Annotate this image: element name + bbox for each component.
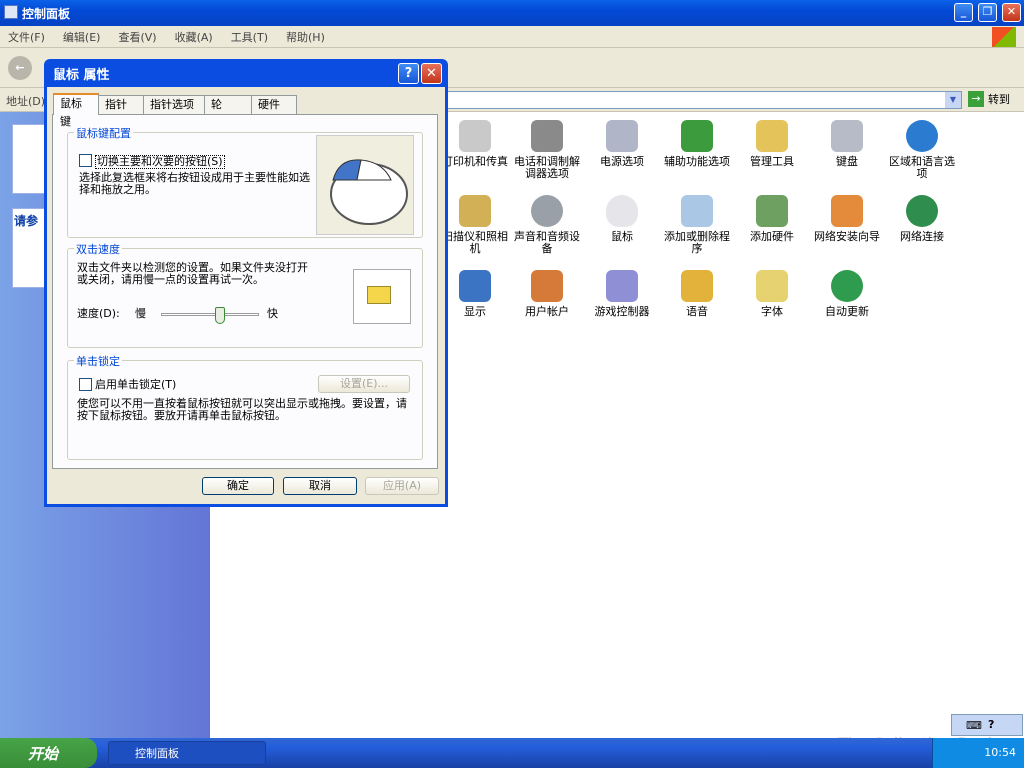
back-button[interactable]: ←: [8, 56, 32, 80]
go-arrow-icon: →: [968, 91, 984, 107]
clock[interactable]: 10:54: [984, 746, 1016, 759]
click-lock-description: 使您可以不用一直按着鼠标按钮就可以突出显示或拖拽。要设置，请按下鼠标按钮。要放开…: [77, 397, 407, 422]
item-sound[interactable]: 声音和音频设备: [512, 191, 582, 255]
close-button[interactable]: ✕: [1002, 3, 1021, 22]
windows-logo-icon: [992, 27, 1016, 47]
address-input[interactable]: ▼: [446, 91, 962, 109]
click-lock-settings-button[interactable]: 设置(E)...: [318, 375, 410, 393]
dialog-title: 鼠标 属性: [53, 67, 110, 83]
test-folder-box[interactable]: [353, 269, 411, 324]
window-title: 控制面板: [22, 6, 71, 21]
menu-edit[interactable]: 编辑(E): [63, 29, 101, 45]
item-scanners[interactable]: 扫描仪和照相机: [440, 191, 510, 255]
task-pane-panel: [12, 124, 46, 194]
switch-buttons-checkbox[interactable]: [79, 154, 92, 167]
restore-button[interactable]: ❐: [978, 3, 997, 22]
speed-slider-track[interactable]: [161, 313, 259, 316]
menu-tools[interactable]: 工具(T): [231, 29, 268, 45]
item-keyboard[interactable]: 键盘: [812, 116, 882, 168]
dialog-body: 鼠标键 指针 指针选项 轮 硬件 鼠标键配置 切换主要和次要的按钮(S) 选择此…: [47, 87, 445, 504]
group-label: 鼠标键配置: [74, 125, 133, 141]
double-click-description: 双击文件夹以检测您的设置。如果文件夹没打开或关闭，请用慢一点的设置再试一次。: [77, 261, 308, 286]
cancel-button[interactable]: 取消: [283, 477, 357, 495]
item-admin-tools[interactable]: 管理工具: [737, 116, 807, 168]
speed-label: 速度(D):: [77, 307, 120, 320]
group-label: 双击速度: [74, 241, 122, 257]
click-lock-checkbox[interactable]: [79, 378, 92, 391]
menu-file[interactable]: 文件(F): [8, 29, 45, 45]
taskbar-item-control-panel[interactable]: 控制面板: [108, 741, 266, 765]
system-tray: 10:54: [932, 738, 1024, 768]
mouse-properties-dialog: 鼠标 属性 ? ✕ 鼠标键 指针 指针选项 轮 硬件 鼠标键配置 切换主要和次要…: [44, 59, 448, 507]
go-button[interactable]: → 转到: [968, 91, 1010, 107]
button-config-description: 选择此复选框来将右按钮设成用于主要性能如选择和拖放之用。: [79, 171, 310, 196]
apply-button[interactable]: 应用(A): [365, 477, 439, 495]
taskbar: 开始 控制面板 10:54: [0, 738, 1024, 768]
chevron-down-icon[interactable]: ▼: [945, 92, 961, 108]
speed-fast-label: 快: [267, 307, 278, 320]
start-button[interactable]: 开始: [0, 738, 97, 768]
tab-wheel[interactable]: 轮: [204, 95, 252, 115]
window-title-bar: 控制面板: [0, 0, 1024, 26]
tab-hardware[interactable]: 硬件: [251, 95, 297, 115]
help-icon[interactable]: ?: [988, 718, 994, 731]
tab-panel: 鼠标键配置 切换主要和次要的按钮(S) 选择此复选框来将右按钮设成用于主要性能如…: [52, 114, 438, 469]
keyboard-icon[interactable]: ⌨: [966, 719, 982, 732]
item-add-remove[interactable]: 添加或删除程序: [662, 191, 732, 255]
item-fonts[interactable]: 字体: [737, 266, 807, 318]
item-printers[interactable]: 打印机和传真: [440, 116, 510, 168]
speed-slow-label: 慢: [135, 307, 146, 320]
tab-pointer-options[interactable]: 指针选项: [143, 95, 205, 115]
item-regional[interactable]: 区域和语言选项: [887, 116, 957, 180]
click-lock-label[interactable]: 启用单击锁定(T): [95, 379, 176, 391]
tab-pointers[interactable]: 指针: [98, 95, 144, 115]
group-label: 单击锁定: [74, 353, 122, 369]
item-display[interactable]: 显示: [440, 266, 510, 318]
see-also-title: 请参: [14, 214, 39, 228]
item-automatic-updates[interactable]: 自动更新: [812, 266, 882, 318]
menu-view[interactable]: 查看(V): [118, 29, 156, 45]
menu-bar: 文件(F) 编辑(E) 查看(V) 收藏(A) 工具(T) 帮助(H): [0, 26, 1024, 48]
item-mouse[interactable]: 鼠标: [587, 191, 657, 243]
ok-button[interactable]: 确定: [202, 477, 274, 495]
item-network-connections[interactable]: 网络连接: [887, 191, 957, 243]
mouse-illustration: [316, 135, 414, 235]
tab-strip: 鼠标键 指针 指针选项 轮 硬件: [53, 93, 297, 128]
address-label: 地址(D): [6, 95, 46, 108]
item-phone-modem[interactable]: 电话和调制解调器选项: [512, 116, 582, 180]
menu-favorites[interactable]: 收藏(A): [175, 29, 213, 45]
minimize-button[interactable]: _: [954, 3, 973, 22]
item-user-accounts[interactable]: 用户帐户: [512, 266, 582, 318]
item-game-controllers[interactable]: 游戏控制器: [587, 266, 657, 318]
language-bar[interactable]: ⌨ ?: [951, 714, 1023, 736]
item-network-wizard[interactable]: 网络安装向导: [812, 191, 882, 243]
dialog-close-button[interactable]: ✕: [421, 63, 442, 84]
help-button[interactable]: ?: [398, 63, 419, 84]
item-add-hardware[interactable]: 添加硬件: [737, 191, 807, 243]
menu-help[interactable]: 帮助(H): [286, 29, 325, 45]
item-accessibility[interactable]: 辅助功能选项: [662, 116, 732, 168]
switch-buttons-label[interactable]: 切换主要和次要的按钮(S): [95, 155, 225, 169]
control-panel-icon: [4, 5, 18, 19]
item-power[interactable]: 电源选项: [587, 116, 657, 168]
tab-buttons[interactable]: 鼠标键: [53, 93, 99, 128]
folder-icon: [367, 286, 391, 304]
speed-slider-thumb[interactable]: [214, 307, 225, 324]
item-speech[interactable]: 语音: [662, 266, 732, 318]
